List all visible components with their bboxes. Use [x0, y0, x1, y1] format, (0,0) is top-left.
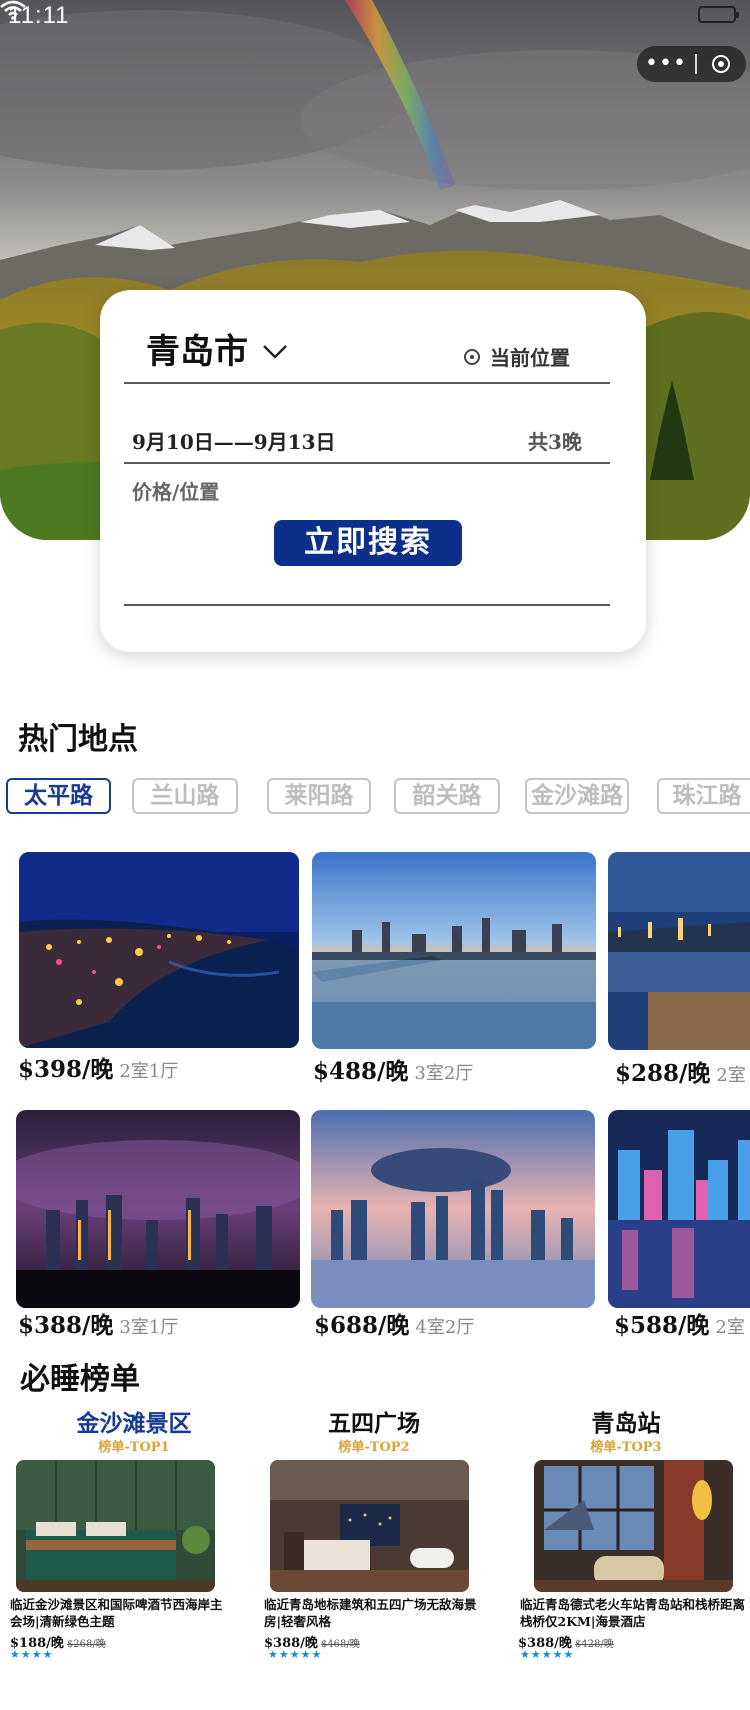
ranking-description: 临近金沙滩景区和国际啤酒节西海岸主会场|清新绿色主题: [10, 1597, 223, 1629]
star-rating: ★★★★: [10, 1648, 54, 1661]
tab-laiyang-road[interactable]: 莱阳路: [267, 778, 371, 814]
divider: [124, 604, 610, 606]
tab-jinshatan-road[interactable]: 金沙滩路: [525, 778, 629, 814]
ranking-item-name[interactable]: 青岛站: [506, 1404, 746, 1438]
ranking-tag: 榜单-TOP3: [590, 1440, 662, 1455]
ranking-photo[interactable]: [270, 1460, 469, 1592]
listing-price: $588/晚 2室: [614, 1312, 745, 1339]
ranking-item-name[interactable]: 五四广场: [254, 1404, 494, 1438]
ranking-old-price: $268/晚: [66, 1639, 106, 1650]
star-rating: ★★★★★: [520, 1648, 575, 1661]
battery-icon: [698, 6, 739, 23]
listing-room-type: 2室: [715, 1317, 745, 1338]
ranking-photo[interactable]: [16, 1460, 215, 1592]
listing-photo[interactable]: [16, 1110, 300, 1308]
listing-photo[interactable]: [312, 852, 596, 1049]
star-rating: ★★★★★: [268, 1648, 323, 1661]
listing-room-type: 4室2厅: [415, 1317, 475, 1338]
status-bar: 11:11: [0, 0, 750, 30]
current-location-label: 当前位置: [490, 346, 570, 370]
location-tabs: 太平路 兰山路 莱阳路 韶关路 金沙滩路 珠江路: [6, 778, 750, 816]
divider: [124, 382, 610, 384]
listing-photo[interactable]: [608, 852, 750, 1050]
date-range[interactable]: 9月10日——9月13日: [132, 426, 336, 455]
chevron-down-icon: [263, 344, 287, 359]
ranking-old-price: $468/晚: [320, 1639, 360, 1650]
hot-places-title: 热门地点: [18, 722, 138, 757]
ranking-tag: 榜单-TOP2: [338, 1440, 410, 1455]
ranking-item-name[interactable]: 金沙滩景区: [14, 1404, 254, 1438]
listing-price: $288/晚 2室: [615, 1060, 746, 1087]
listing-room-type: 2室: [716, 1065, 746, 1086]
listing-photo[interactable]: [19, 852, 299, 1048]
ranking-photo[interactable]: [534, 1460, 733, 1592]
more-icon[interactable]: •••: [637, 53, 695, 75]
tab-shaoguan-road[interactable]: 韶关路: [394, 778, 500, 814]
listing-photo[interactable]: [608, 1110, 750, 1308]
listing-room-type: 3室1厅: [119, 1317, 179, 1338]
ranking-title: 必睡榜单: [20, 1362, 140, 1397]
tab-lanshan-road[interactable]: 兰山路: [132, 778, 238, 814]
tab-zhujiang-road[interactable]: 珠江路: [657, 778, 750, 814]
search-button[interactable]: 立即搜索: [274, 520, 462, 566]
wifi-icon: [0, 0, 26, 20]
ranking-description: 临近青岛地标建筑和五四广场无敌海景房|轻奢风格: [264, 1597, 477, 1629]
current-location-button[interactable]: 当前位置: [464, 342, 570, 371]
ranking-old-price: $428/晚: [574, 1639, 614, 1650]
tab-taiping-road[interactable]: 太平路: [6, 778, 111, 814]
city-name: 青岛市: [146, 332, 248, 372]
price-location-field[interactable]: 价格/位置: [132, 476, 219, 505]
listing-price: $688/晚 4室2厅: [314, 1312, 475, 1339]
ranking-description: 临近青岛德式老火车站青岛站和栈桥距离栈桥仅2KM|海景酒店: [520, 1597, 746, 1629]
city-selector[interactable]: 青岛市: [146, 324, 288, 373]
listing-room-type: 3室2厅: [414, 1063, 474, 1084]
mini-program-capsule: •••: [637, 46, 746, 82]
listing-price: $398/晚 2室1厅: [18, 1056, 179, 1083]
nights-count: 共3晚: [528, 430, 582, 454]
listing-room-type: 2室1厅: [119, 1061, 179, 1082]
listing-photo[interactable]: [311, 1110, 595, 1308]
listing-price: $488/晚 3室2厅: [313, 1058, 474, 1085]
search-card: 青岛市 当前位置 9月10日——9月13日 共3晚 价格/位置 立即搜索: [100, 290, 646, 652]
capsule-divider: [695, 54, 697, 74]
locate-icon: [464, 348, 480, 365]
divider: [124, 462, 610, 464]
close-mini-program-icon[interactable]: [697, 55, 745, 73]
listing-price: $388/晚 3室1厅: [18, 1312, 179, 1339]
ranking-tag: 榜单-TOP1: [98, 1440, 170, 1455]
